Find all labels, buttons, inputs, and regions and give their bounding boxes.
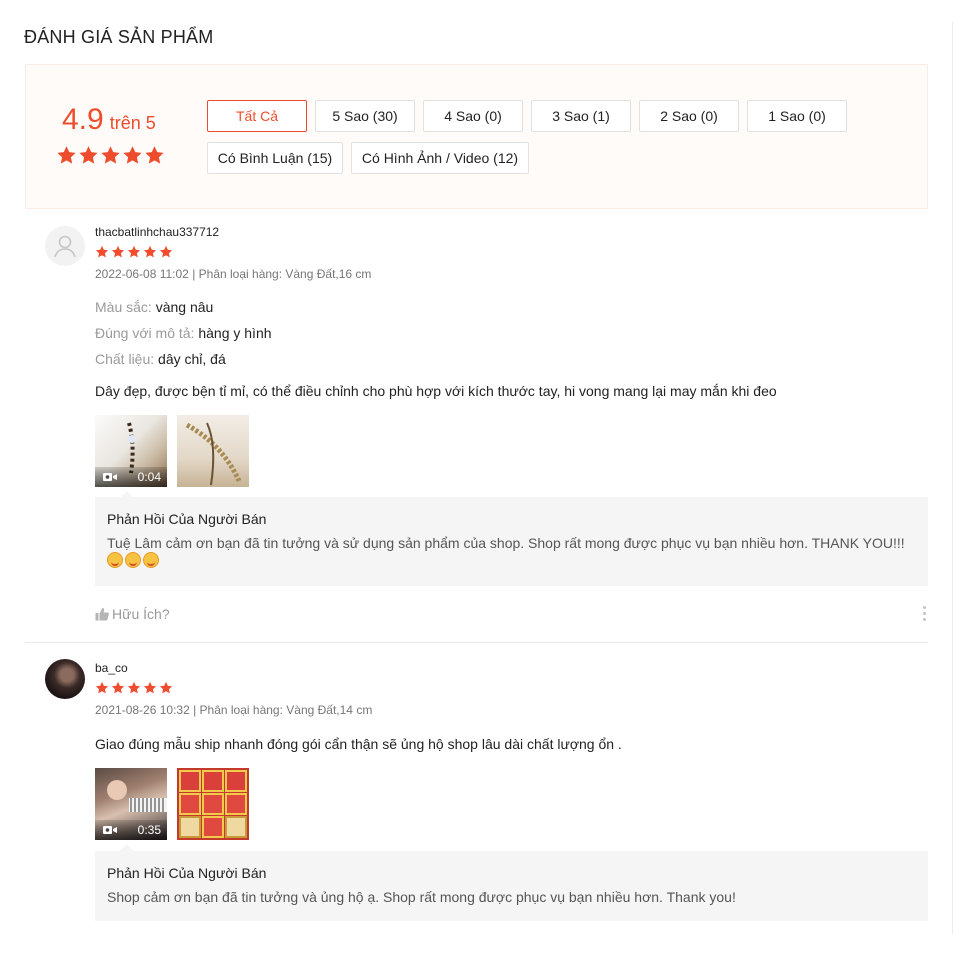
attribute-value: dây chỉ, đá: [158, 351, 226, 367]
smile-emoji-icon: [143, 552, 159, 569]
seller-reply-text: Tuệ Lâm cảm ơn bạn đã tin tưởng và sử dụ…: [107, 535, 916, 569]
video-duration-bar: 0:35: [95, 820, 167, 840]
review-video-thumbnail[interactable]: 0:04: [95, 415, 167, 487]
page-edge-rule: [952, 22, 953, 934]
filter-5-star-button[interactable]: 5 Sao (30): [315, 100, 415, 132]
gift-boxes-image: [179, 770, 247, 838]
filter-with-media-button[interactable]: Có Hình Ảnh / Video (12): [351, 142, 529, 174]
review-attribute: Đúng với mô tả: hàng y hình: [95, 325, 272, 341]
attribute-label: Màu sắc:: [95, 299, 152, 315]
video-duration-bar: 0:04: [95, 467, 167, 487]
rating-score-suffix: trên 5: [109, 113, 156, 133]
star-icon: [123, 146, 142, 164]
review-attribute: Màu sắc: vàng nâu: [95, 299, 213, 315]
review-stars: [95, 681, 173, 695]
star-icon: [95, 245, 109, 258]
filter-with-comment-button[interactable]: Có Bình Luận (15): [207, 142, 343, 174]
review-username[interactable]: ba_co: [95, 661, 128, 675]
filter-2-star-button[interactable]: 2 Sao (0): [639, 100, 739, 132]
more-options-icon[interactable]: [923, 606, 926, 621]
seller-reply: Phản Hồi Của Người Bán Shop cảm ơn bạn đ…: [95, 851, 928, 921]
filter-1-star-button[interactable]: 1 Sao (0): [747, 100, 847, 132]
review-image-thumbnail[interactable]: [177, 415, 249, 487]
helpful-label: Hữu Ích?: [112, 606, 170, 622]
helpful-button[interactable]: Hữu Ích?: [95, 606, 170, 622]
review-attribute: Chất liệu: dây chỉ, đá: [95, 351, 226, 367]
seller-reply: Phản Hồi Của Người Bán Tuệ Lâm cảm ơn bạ…: [95, 497, 928, 586]
attribute-value: vàng nâu: [155, 299, 214, 315]
rating-score-value: 4.9: [62, 103, 104, 136]
video-duration: 0:04: [137, 470, 161, 484]
rating-overview: 4.9 trên 5 Tất Cả 5 Sao (30) 4 Sao (0) 3…: [25, 64, 928, 209]
user-placeholder-icon: [54, 235, 76, 258]
seller-reply-title: Phản Hồi Của Người Bán: [107, 865, 267, 881]
thumbs-up-icon: [95, 608, 109, 621]
seller-reply-title: Phản Hồi Của Người Bán: [107, 511, 267, 527]
review-stars: [95, 245, 173, 259]
seller-reply-body: Tuệ Lâm cảm ơn bạn đã tin tưởng và sử dụ…: [107, 535, 905, 551]
review-meta: 2022-06-08 11:02 | Phân loại hàng: Vàng …: [95, 267, 372, 281]
star-icon: [101, 146, 120, 164]
filter-3-star-button[interactable]: 3 Sao (1): [531, 100, 631, 132]
avatar[interactable]: [45, 659, 85, 699]
review-comment: Dây đẹp, được bện tỉ mỉ, có thể điều chỉ…: [95, 383, 777, 399]
star-icon: [127, 245, 141, 258]
star-icon: [127, 681, 141, 694]
rating-stars: [56, 145, 165, 166]
star-icon: [143, 681, 157, 694]
star-icon: [111, 245, 125, 258]
star-icon: [111, 681, 125, 694]
star-icon: [143, 245, 157, 258]
star-icon: [159, 245, 173, 258]
smile-emoji-icon: [125, 552, 141, 569]
page-title: ĐÁNH GIÁ SẢN PHẨM: [24, 27, 214, 47]
star-icon: [57, 146, 76, 164]
star-icon: [79, 146, 98, 164]
review-divider: [25, 642, 928, 643]
filter-4-star-button[interactable]: 4 Sao (0): [423, 100, 523, 132]
star-icon: [95, 681, 109, 694]
filter-all-button[interactable]: Tất Cả: [207, 100, 307, 132]
attribute-label: Đúng với mô tả:: [95, 325, 195, 341]
rating-score: 4.9 trên 5: [62, 103, 156, 137]
video-duration: 0:35: [137, 823, 161, 837]
video-camera-icon: [103, 826, 117, 834]
attribute-label: Chất liệu:: [95, 351, 155, 367]
reply-caret: [120, 844, 134, 851]
smile-emoji-icon: [107, 552, 123, 569]
star-icon: [159, 681, 173, 694]
avatar[interactable]: [45, 226, 85, 266]
seller-reply-body: Shop cảm ơn bạn đã tin tưởng và ủng hộ ạ…: [107, 889, 736, 905]
bracelet-image: [185, 422, 242, 486]
attribute-value: hàng y hình: [198, 325, 272, 341]
review-image-thumbnail[interactable]: [177, 768, 249, 840]
video-camera-icon: [103, 473, 117, 481]
review-video-thumbnail[interactable]: 0:35: [95, 768, 167, 840]
review-comment: Giao đúng mẫu ship nhanh đóng gói cẩn th…: [95, 736, 622, 752]
review-username[interactable]: thacbatlinhchau337712: [95, 225, 219, 239]
review-meta: 2021-08-26 10:32 | Phân loại hàng: Vàng …: [95, 703, 373, 717]
star-icon: [145, 146, 164, 164]
